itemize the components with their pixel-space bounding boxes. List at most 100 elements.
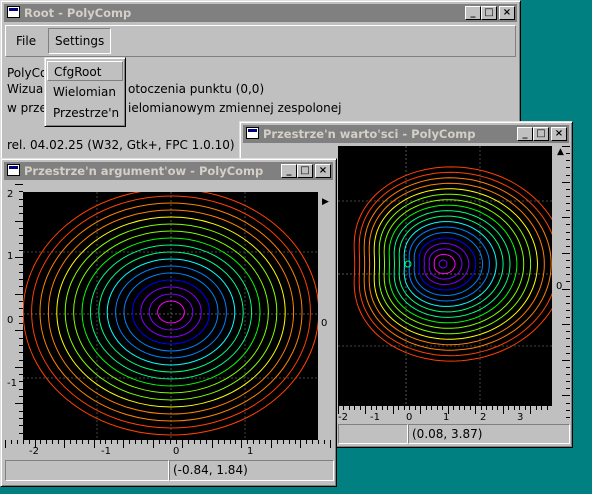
minimize-icon[interactable]: _ bbox=[465, 6, 481, 20]
maximize-icon[interactable]: □ bbox=[297, 164, 313, 178]
values-right-ruler-tick bbox=[566, 224, 570, 226]
args-bottom-ruler-tick bbox=[288, 440, 290, 444]
values-bottom-ruler-label: 1 bbox=[443, 412, 450, 423]
args-bottom-ruler-tick bbox=[75, 440, 77, 444]
close-icon[interactable]: × bbox=[315, 164, 331, 178]
args-bottom-ruler-tick bbox=[40, 440, 42, 444]
close-icon[interactable]: × bbox=[499, 6, 515, 20]
settings-dropdown: CfgRoot Wielomian Przestrze'n bbox=[44, 57, 126, 127]
values-right-ruler[interactable]: ▲ 0 bbox=[552, 146, 570, 424]
args-status-left bbox=[5, 460, 169, 481]
root-line-1: PolyCo bbox=[7, 66, 48, 80]
values-title: Przestrze'n warto'sci - PolyComp bbox=[263, 127, 476, 141]
values-right-ruler-tick bbox=[566, 231, 570, 233]
values-ytick-label: 0 bbox=[556, 281, 563, 292]
values-right-ruler-tick bbox=[566, 160, 570, 162]
values-right-ruler-tick bbox=[566, 338, 570, 340]
values-right-ruler-tick bbox=[562, 181, 570, 183]
args-bottom-ruler-tick bbox=[182, 440, 184, 448]
args-left-ruler[interactable]: 2 1 0 -1 bbox=[5, 184, 23, 440]
values-bottom-ruler-tick bbox=[497, 406, 499, 410]
values-bottom-ruler-tick bbox=[392, 406, 394, 414]
maximize-icon[interactable]: □ bbox=[533, 127, 549, 141]
values-bottom-ruler-tick bbox=[508, 406, 510, 410]
args-bottom-ruler-tick bbox=[300, 440, 302, 448]
args-bottom-ruler-tick bbox=[140, 440, 142, 444]
values-bottom-ruler-tick bbox=[398, 406, 400, 410]
values-titlebar[interactable]: Przestrze'n warto'sci - PolyComp _ □ × bbox=[243, 125, 569, 143]
args-titlebar[interactable]: Przestrze'n argument'ow - PolyComp _ □ × bbox=[4, 162, 333, 180]
values-right-ruler-tick bbox=[566, 317, 570, 319]
scroll-up-arrow-icon[interactable]: ▲ bbox=[557, 148, 564, 157]
args-left-ruler-tick bbox=[15, 366, 23, 368]
args-bottom-ruler-tick bbox=[146, 440, 148, 444]
args-bottom-ruler-label: -1 bbox=[101, 446, 111, 457]
args-bottom-ruler-label: -2 bbox=[29, 446, 39, 457]
args-right-ruler[interactable]: ▶ 0 bbox=[318, 184, 334, 440]
values-right-ruler-tick bbox=[566, 331, 570, 333]
dropdown-item-cfgroot[interactable]: CfgRoot bbox=[47, 61, 123, 81]
values-bottom-ruler-tick bbox=[403, 406, 405, 410]
args-bottom-ruler[interactable]: -2 -1 0 1 bbox=[5, 440, 334, 460]
values-bottom-ruler-tick bbox=[343, 406, 345, 410]
root-line-2b: otoczenia punktu (0,0) bbox=[128, 82, 265, 96]
window-system-icon[interactable] bbox=[7, 6, 20, 18]
args-plot-canvas[interactable] bbox=[22, 188, 320, 440]
dropdown-item-wielomian[interactable]: Wielomian bbox=[47, 82, 123, 102]
minimize-icon[interactable]: _ bbox=[281, 164, 297, 178]
args-left-ruler-label: 1 bbox=[7, 251, 14, 262]
root-line-4: rel. 04.02.25 (W32, Gtk+, FPC 1.0.10) bbox=[7, 138, 235, 152]
values-bottom-ruler-tick bbox=[348, 406, 350, 410]
args-bottom-ruler-tick bbox=[58, 440, 60, 444]
args-bottom-ruler-tick bbox=[10, 440, 12, 444]
args-bottom-ruler-tick bbox=[158, 440, 160, 444]
values-bottom-ruler-label: -2 bbox=[338, 412, 348, 423]
close-icon[interactable]: × bbox=[551, 127, 567, 141]
values-right-ruler-tick bbox=[562, 359, 570, 361]
values-bottom-ruler-label: 0 bbox=[406, 412, 413, 423]
dropdown-item-przestrzen[interactable]: Przestrze'n bbox=[47, 103, 123, 123]
menu-file[interactable]: File bbox=[10, 28, 42, 54]
args-bottom-ruler-tick bbox=[93, 440, 95, 448]
menu-settings[interactable]: Settings bbox=[48, 28, 112, 54]
minimize-icon[interactable]: _ bbox=[517, 127, 533, 141]
maximize-icon[interactable]: □ bbox=[481, 6, 497, 20]
window-system-icon[interactable] bbox=[7, 164, 20, 176]
values-contour-loop bbox=[388, 204, 518, 324]
values-bottom-ruler-tick bbox=[486, 406, 488, 410]
args-bottom-ruler-tick bbox=[105, 440, 107, 444]
args-bottom-ruler-tick bbox=[318, 440, 320, 444]
values-plot-canvas[interactable] bbox=[338, 146, 566, 406]
args-left-ruler-tick bbox=[15, 184, 23, 185]
args-status-coords: (-0.84, 1.84) bbox=[169, 460, 334, 481]
args-left-ruler-tick bbox=[15, 257, 23, 259]
values-right-ruler-tick bbox=[566, 260, 570, 262]
args-right-tick-label: 0 bbox=[321, 318, 328, 329]
args-bottom-ruler-tick bbox=[217, 440, 219, 444]
values-bottom-ruler-tick bbox=[425, 406, 427, 410]
values-right-ruler-tick bbox=[566, 388, 570, 390]
values-right-ruler-tick bbox=[566, 167, 570, 169]
args-bottom-ruler-tick bbox=[330, 440, 331, 448]
values-bottom-ruler-tick bbox=[546, 406, 548, 410]
args-bottom-ruler-tick bbox=[282, 440, 284, 444]
values-contour-loop bbox=[368, 182, 545, 346]
args-bottom-ruler-tick bbox=[205, 440, 207, 444]
args-left-ruler-label: 2 bbox=[7, 189, 14, 200]
values-bottom-ruler-tick bbox=[464, 406, 466, 410]
args-bottom-ruler-tick bbox=[306, 440, 308, 444]
args-bottom-ruler-tick bbox=[265, 440, 266, 444]
root-titlebar[interactable]: Root - PolyComp _ □ × bbox=[4, 4, 517, 22]
args-bottom-ruler-label: 0 bbox=[173, 446, 180, 457]
values-right-ruler-tick bbox=[562, 217, 570, 219]
root-title: Root - PolyComp bbox=[24, 6, 132, 20]
values-right-ruler-tick bbox=[566, 416, 570, 418]
values-right-ruler-tick bbox=[566, 352, 570, 354]
values-right-ruler-tick bbox=[566, 238, 570, 240]
values-bottom-ruler[interactable]: -2 -1 0 1 2 3 bbox=[338, 406, 552, 424]
window-system-icon[interactable] bbox=[246, 127, 259, 139]
values-right-ruler-tick bbox=[566, 188, 570, 190]
scroll-right-arrow-icon[interactable]: ▶ bbox=[322, 198, 329, 207]
values-bottom-ruler-tick bbox=[376, 406, 378, 410]
args-bottom-ruler-tick bbox=[211, 440, 213, 448]
